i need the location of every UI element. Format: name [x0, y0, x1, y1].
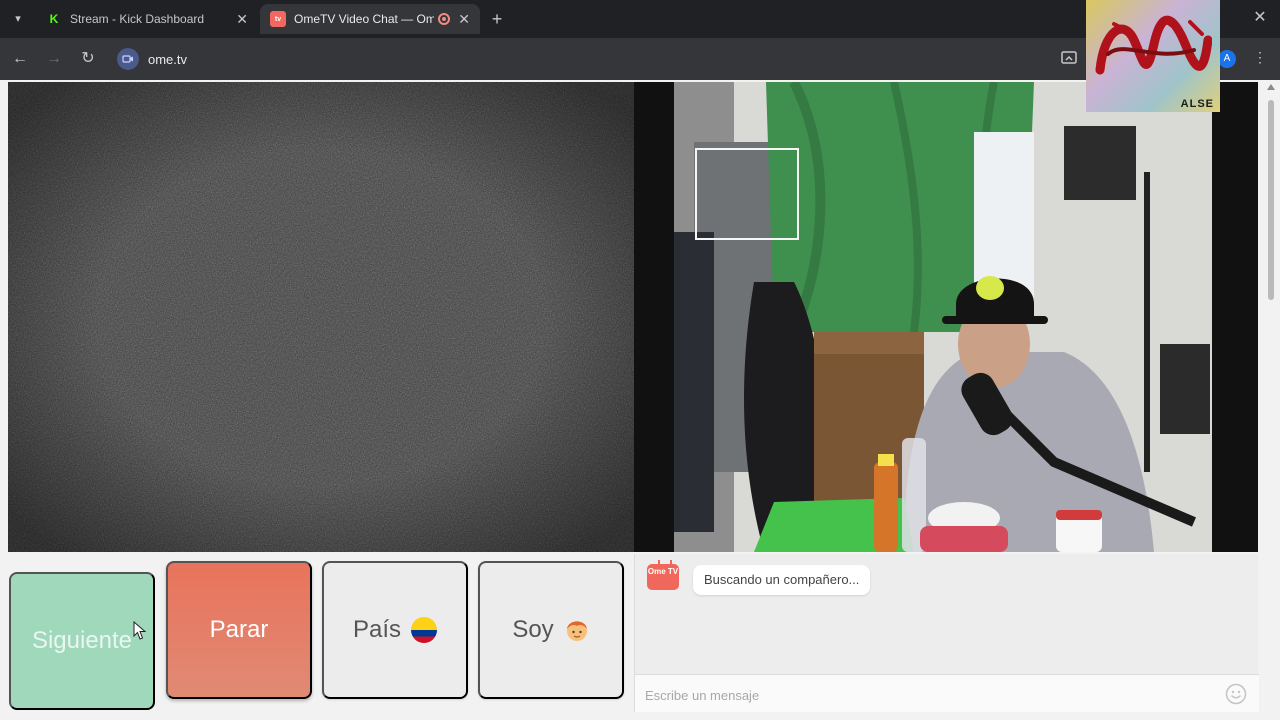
tab-kick-dashboard[interactable]: K Stream - Kick Dashboard ✕: [36, 4, 258, 34]
page-scrollbar[interactable]: [1266, 82, 1276, 718]
gender-button-label: Soy: [512, 616, 554, 643]
country-selector-button[interactable]: País: [322, 561, 468, 699]
next-button-label: Siguiente: [31, 627, 133, 654]
tab-close-icon[interactable]: ✕: [236, 11, 248, 28]
self-camera-video: [634, 82, 1258, 552]
overlay-signature: ALSE: [1180, 98, 1214, 110]
graffiti-logo-icon: [1095, 15, 1212, 75]
reload-icon[interactable]: ↻: [77, 48, 99, 70]
colombia-flag-icon: [411, 617, 438, 643]
new-tab-button[interactable]: +: [486, 8, 508, 30]
mouse-cursor-icon: [133, 621, 147, 640]
ometv-favicon-icon: tv: [270, 11, 286, 27]
next-button[interactable]: Siguiente: [9, 572, 155, 710]
tab-title: OmeTV Video Chat — Ome: [294, 12, 435, 26]
chat-panel: Ome TV Buscando un compañero...: [634, 554, 1259, 712]
scrollbar-thumb[interactable]: [1268, 100, 1274, 300]
stranger-video: [8, 82, 634, 552]
ometv-logo-icon: Ome TV: [647, 560, 679, 590]
back-arrow-icon[interactable]: ←: [9, 48, 31, 70]
address-bar[interactable]: ome.tv: [112, 43, 1212, 75]
camera-permission-icon[interactable]: [117, 48, 139, 70]
cast-icon[interactable]: [1060, 49, 1078, 67]
kick-favicon-icon: K: [49, 12, 59, 26]
recording-indicator-icon: [438, 13, 451, 25]
chat-input-bar: [635, 674, 1259, 712]
tab-ometv[interactable]: tv OmeTV Video Chat — Ome ✕: [260, 4, 480, 34]
video-static-noise: [8, 82, 634, 552]
message-input[interactable]: [645, 685, 1205, 705]
tab-search-chevron-icon[interactable]: ▾: [6, 8, 30, 30]
tab-title: Stream - Kick Dashboard: [70, 12, 205, 26]
gender-selector-button[interactable]: Soy: [478, 561, 624, 699]
country-button-label: País: [352, 616, 402, 643]
stop-button[interactable]: Parar: [166, 561, 312, 699]
stream-overlay-logo: ALSE: [1086, 0, 1220, 112]
status-message: Buscando un compañero...: [693, 565, 871, 595]
face-detection-box: [695, 148, 799, 240]
emoji-picker-icon[interactable]: [1225, 683, 1247, 705]
boy-avatar-icon: [564, 617, 590, 643]
scroll-up-arrow-icon[interactable]: [1267, 84, 1275, 90]
tab-close-icon[interactable]: ✕: [458, 11, 470, 28]
ometv-page: Siguiente Parar País Soy Ome TV Buscando…: [0, 80, 1280, 720]
stop-button-label: Parar: [209, 616, 269, 643]
forward-arrow-icon[interactable]: →: [43, 48, 65, 70]
kebab-menu-icon[interactable]: ⋮: [1253, 49, 1267, 66]
window-close-icon[interactable]: ✕: [1250, 8, 1270, 28]
url-text: ome.tv: [148, 51, 188, 67]
profile-avatar[interactable]: A: [1218, 50, 1236, 68]
